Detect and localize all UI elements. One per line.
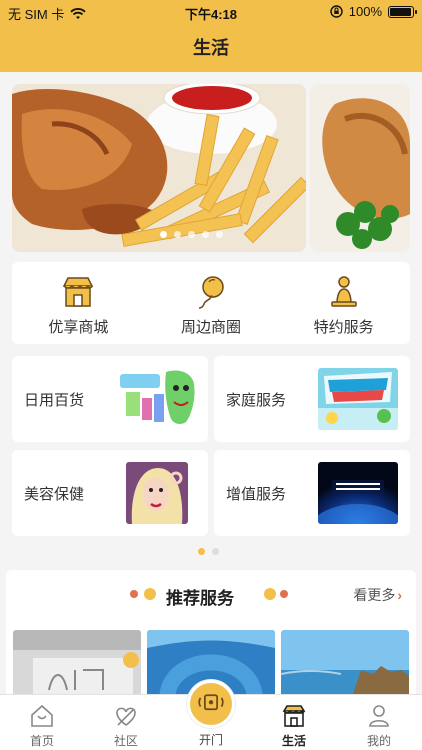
beauty-thumbnail [126, 462, 188, 524]
decor-dot [280, 590, 288, 598]
recommend-card[interactable] [281, 630, 409, 700]
status-bar: 无 SIM 卡 下午4:18 100% [0, 0, 422, 22]
service-label: 美容保健 [24, 486, 85, 503]
profile-icon [369, 705, 389, 727]
quick-item-special[interactable]: 特约服务 [277, 262, 410, 344]
recommend-card[interactable] [13, 630, 141, 700]
shop-icon [63, 277, 94, 307]
banner-dot [188, 231, 195, 238]
battery-percent: 100% [348, 4, 382, 19]
banner-pagination [160, 231, 223, 238]
tab-label: 首页 [29, 734, 54, 748]
banner-dot [202, 231, 209, 238]
decor-dot [144, 588, 156, 600]
service-label: 日用百货 [24, 392, 85, 409]
service-daily-goods[interactable]: 日用百货 [12, 356, 208, 442]
banner-dot [216, 231, 223, 238]
person-icon [330, 276, 357, 307]
tab-label: 开门 [198, 733, 223, 747]
quick-item-label: 特约服务 [313, 319, 374, 336]
quick-item-nearby[interactable]: 周边商圈 [145, 262, 278, 344]
tab-label: 我的 [366, 734, 391, 748]
tab-life[interactable]: 生活 [264, 703, 324, 749]
banner-dot [160, 231, 167, 238]
roast-chicken-image [310, 84, 410, 252]
value-added-thumbnail [318, 462, 398, 524]
chevron-right-icon: › [397, 587, 402, 603]
page-dot [212, 548, 219, 555]
tab-door-open-button[interactable] [187, 680, 235, 728]
quick-item-label: 优享商城 [48, 319, 109, 336]
balloon-icon [198, 276, 224, 309]
see-more-link[interactable]: 看更多 › [353, 585, 402, 605]
quick-item-label: 周边商圈 [181, 319, 242, 336]
tab-community[interactable]: 社区 [96, 703, 156, 749]
fried-chicken-image [12, 84, 306, 252]
tab-profile[interactable]: 我的 [349, 703, 409, 749]
home-service-thumbnail [318, 368, 398, 430]
service-label: 增值服务 [226, 486, 287, 503]
service-value-added[interactable]: 增值服务 [214, 450, 410, 536]
recommend-title: 推荐服务 [166, 589, 234, 608]
tab-home[interactable]: 首页 [12, 703, 72, 749]
tab-label: 社区 [113, 734, 138, 748]
battery-icon [388, 5, 417, 18]
tab-label: 生活 [281, 734, 306, 748]
banner-slide-next[interactable] [310, 84, 410, 252]
door-open-icon [198, 694, 224, 711]
service-home[interactable]: 家庭服务 [214, 356, 410, 442]
page-dot [198, 548, 205, 555]
home-icon [31, 704, 53, 727]
service-beauty[interactable]: 美容保健 [12, 450, 208, 536]
service-label: 家庭服务 [226, 392, 287, 409]
quick-item-shop[interactable]: 优享商城 [12, 262, 145, 344]
services-pagination [198, 548, 219, 555]
quick-menu: 优享商城 周边商圈 特约服务 [12, 262, 410, 344]
top-bar: 无 SIM 卡 下午4:18 100% 生活 [0, 0, 422, 72]
page-title: 生活 [193, 38, 229, 58]
decor-dot [264, 588, 276, 600]
banner-carousel[interactable] [12, 84, 410, 252]
banner-slide-food[interactable] [12, 84, 306, 252]
life-icon [282, 705, 306, 727]
daily-goods-thumbnail [116, 368, 196, 430]
decor-dot [130, 590, 138, 598]
community-icon [116, 707, 136, 726]
banner-dot [174, 231, 181, 238]
rotation-lock-icon [330, 5, 343, 18]
